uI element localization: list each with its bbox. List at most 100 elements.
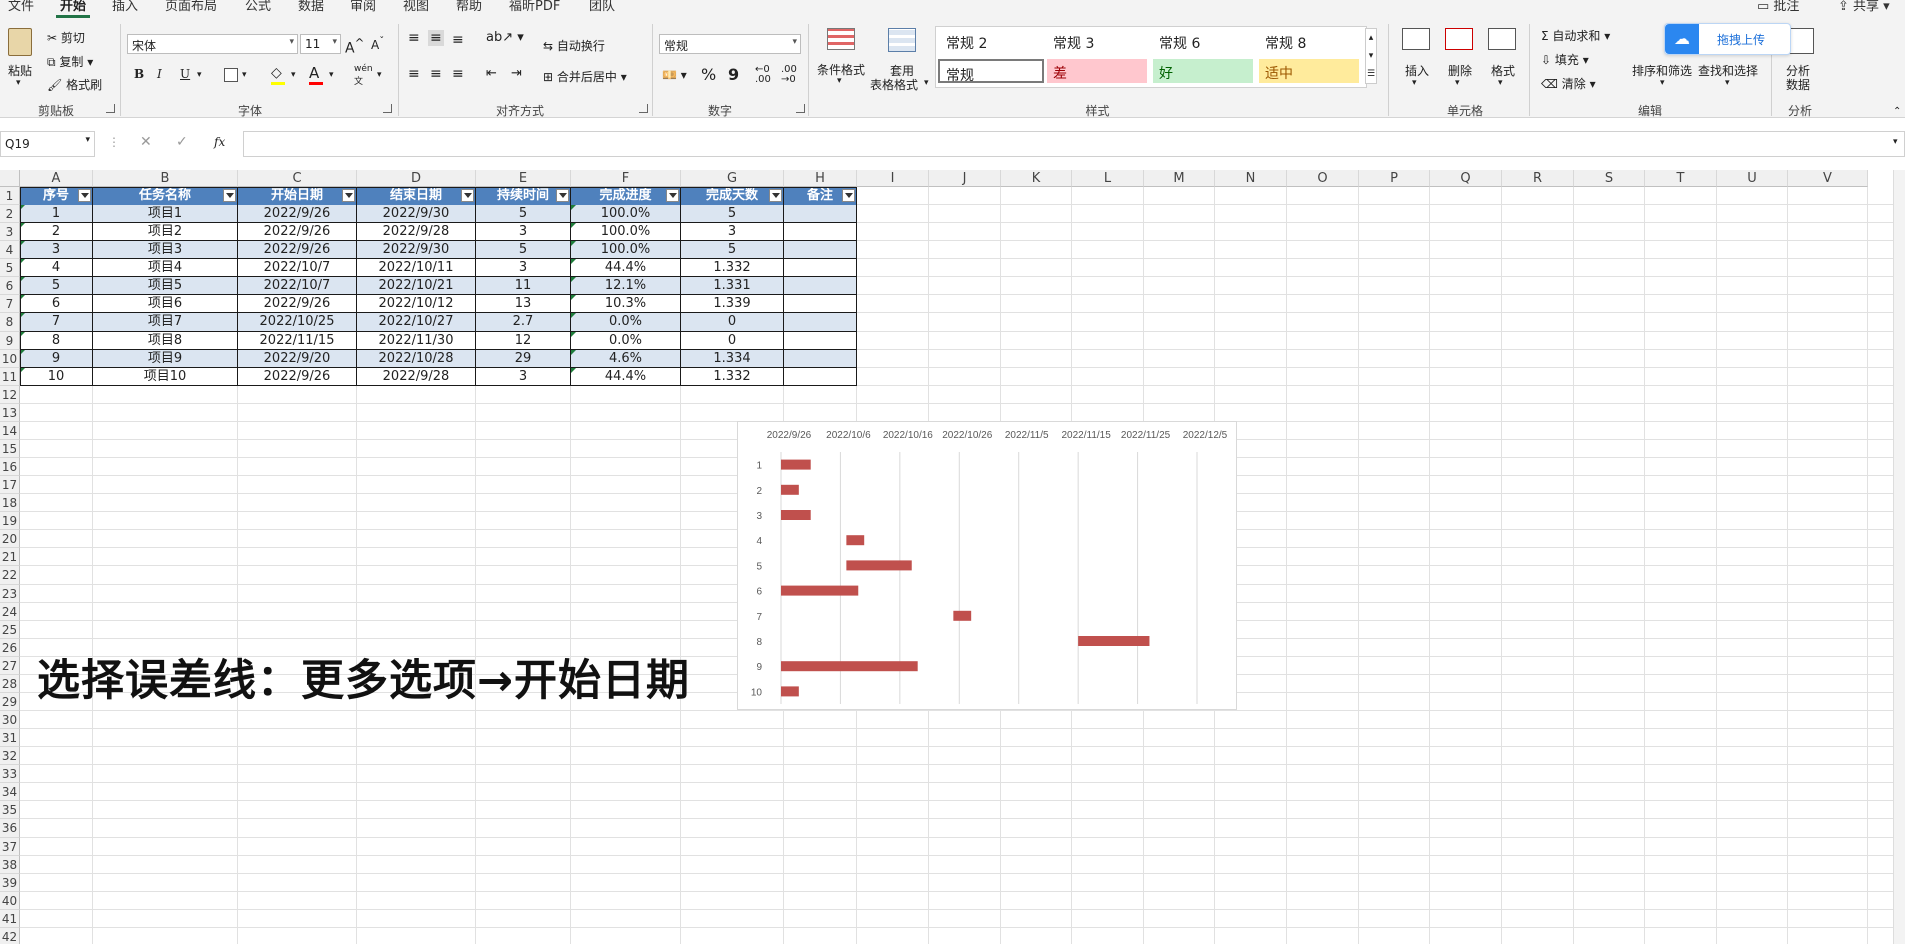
column-header-p[interactable]: P	[1359, 170, 1430, 187]
table-cell[interactable]: 1.332	[681, 259, 784, 278]
row-header-12[interactable]: 12	[0, 385, 20, 404]
table-cell[interactable]: 2022/11/15	[238, 331, 357, 350]
table-cell[interactable]: 2	[20, 223, 93, 242]
table-cell[interactable]: 项目2	[93, 223, 238, 242]
column-header-l[interactable]: L	[1072, 170, 1144, 187]
decrease-indent-icon[interactable]: ⇤	[486, 66, 497, 81]
enter-icon[interactable]: ✓	[176, 134, 188, 150]
column-header-j[interactable]: J	[929, 170, 1001, 187]
column-header-d[interactable]: D	[357, 170, 476, 187]
table-cell[interactable]: 2022/10/11	[357, 259, 476, 278]
border-icon[interactable]	[224, 68, 238, 82]
row-header-2[interactable]: 2	[0, 205, 20, 224]
table-cell[interactable]: 2022/10/28	[357, 349, 476, 368]
percent-button[interactable]: %	[701, 65, 716, 84]
column-header-n[interactable]: N	[1215, 170, 1287, 187]
comma-style-button[interactable]: 9	[728, 65, 739, 84]
align-left-icon[interactable]: ≡	[408, 66, 420, 82]
row-header-37[interactable]: 37	[0, 837, 20, 856]
comments-button[interactable]: ▭ 批注	[1757, 0, 1799, 18]
table-cell[interactable]: 2.7	[476, 313, 571, 332]
column-header-k[interactable]: K	[1001, 170, 1072, 187]
column-header-u[interactable]: U	[1717, 170, 1788, 187]
table-cell[interactable]: 13	[476, 295, 571, 314]
autosum-button[interactable]: Σ 自动求和 ▾	[1541, 27, 1610, 44]
column-header-m[interactable]: M	[1144, 170, 1215, 187]
table-cell[interactable]: 2022/9/28	[357, 367, 476, 386]
row-header-21[interactable]: 21	[0, 548, 20, 567]
table-cell[interactable]: 100.0%	[571, 205, 681, 224]
row-header-5[interactable]: 5	[0, 259, 20, 278]
drag-upload-button[interactable]: ☁ 拖拽上传	[1664, 23, 1791, 55]
table-cell[interactable]: 3	[681, 223, 784, 242]
table-cell[interactable]: 项目3	[93, 241, 238, 260]
styles-scroll-icon[interactable]: ▴ ▾ ☰	[1365, 28, 1377, 84]
column-header-c[interactable]: C	[238, 170, 357, 187]
wrap-text-button[interactable]: ⇆ 自动换行	[543, 37, 605, 54]
sort-filter-button[interactable]: 排序和筛选	[1632, 62, 1692, 79]
table-cell[interactable]: 1.334	[681, 349, 784, 368]
insert-function-icon[interactable]: fx	[214, 135, 225, 149]
table-cell[interactable]: 2022/10/12	[357, 295, 476, 314]
column-header-i[interactable]: I	[857, 170, 929, 187]
tab-home[interactable]: 开始	[56, 0, 91, 18]
row-header-24[interactable]: 24	[0, 602, 20, 621]
table-cell[interactable]: 6	[20, 295, 93, 314]
table-cell[interactable]: 5	[476, 205, 571, 224]
column-header-r[interactable]: R	[1502, 170, 1574, 187]
table-cell[interactable]: 12	[476, 331, 571, 350]
clear-button[interactable]: ⌫ 清除 ▾	[1541, 75, 1596, 92]
expand-formula-icon[interactable]: ▾	[1893, 137, 1898, 147]
row-header-19[interactable]: 19	[0, 512, 20, 531]
table-cell[interactable]: 2022/11/30	[357, 331, 476, 350]
filter-dropdown-icon[interactable]	[842, 189, 855, 202]
table-header-cell[interactable]: 任务名称	[93, 187, 238, 206]
merge-center-button[interactable]: ⊞ 合并后居中 ▾	[543, 68, 627, 85]
orientation-icon[interactable]: ab↗ ▾	[486, 30, 524, 45]
table-cell[interactable]: 5	[476, 241, 571, 260]
row-header-28[interactable]: 28	[0, 674, 20, 693]
style-normal-8[interactable]: 常规 8	[1259, 29, 1359, 53]
format-painter-button[interactable]: 🖌 格式刷	[47, 76, 102, 93]
row-header-18[interactable]: 18	[0, 494, 20, 513]
decrease-font-icon[interactable]: Aˇ	[371, 36, 384, 52]
tab-file[interactable]: 文件	[4, 0, 38, 18]
column-header-v[interactable]: V	[1788, 170, 1868, 187]
table-cell[interactable]: 11	[476, 277, 571, 296]
row-header-15[interactable]: 15	[0, 439, 20, 459]
table-header-cell[interactable]: 备注	[784, 187, 857, 206]
table-cell[interactable]: 2022/9/26	[238, 205, 357, 224]
filter-dropdown-icon[interactable]	[666, 189, 679, 202]
tab-help[interactable]: 帮助	[452, 0, 486, 18]
row-header-6[interactable]: 6	[0, 277, 20, 296]
tab-insert[interactable]: 插入	[108, 0, 142, 18]
row-header-40[interactable]: 40	[0, 891, 20, 910]
table-cell[interactable]: 项目9	[93, 349, 238, 368]
underline-button[interactable]: U	[180, 67, 190, 81]
column-header-q[interactable]: Q	[1430, 170, 1502, 187]
table-cell[interactable]: 项目6	[93, 295, 238, 314]
row-header-41[interactable]: 41	[0, 909, 20, 928]
style-normal-6[interactable]: 常规 6	[1153, 29, 1253, 53]
row-header-16[interactable]: 16	[0, 458, 20, 477]
table-cell[interactable]: 2022/9/26	[238, 367, 357, 386]
table-cell[interactable]: 2022/9/20	[238, 349, 357, 368]
row-header-35[interactable]: 35	[0, 801, 20, 820]
table-cell[interactable]: 1.331	[681, 277, 784, 296]
row-header-42[interactable]: 42	[0, 927, 20, 944]
tab-data[interactable]: 数据	[294, 0, 328, 18]
table-cell[interactable]: 2022/10/21	[357, 277, 476, 296]
table-cell[interactable]: 8	[20, 331, 93, 350]
share-button[interactable]: ⇪ 共享 ▾	[1838, 0, 1890, 18]
table-cell[interactable]: 4.6%	[571, 349, 681, 368]
style-good[interactable]: 好	[1153, 59, 1253, 83]
vertical-scrollbar[interactable]	[1893, 170, 1905, 944]
table-cell[interactable]: 12.1%	[571, 277, 681, 296]
table-header-cell[interactable]: 序号	[20, 187, 93, 206]
table-header-cell[interactable]: 开始日期	[238, 187, 357, 206]
table-cell[interactable]: 2022/9/28	[357, 223, 476, 242]
row-header-39[interactable]: 39	[0, 873, 20, 892]
filter-dropdown-icon[interactable]	[461, 189, 474, 202]
table-cell[interactable]: 2022/9/30	[357, 241, 476, 260]
row-header-20[interactable]: 20	[0, 530, 20, 549]
